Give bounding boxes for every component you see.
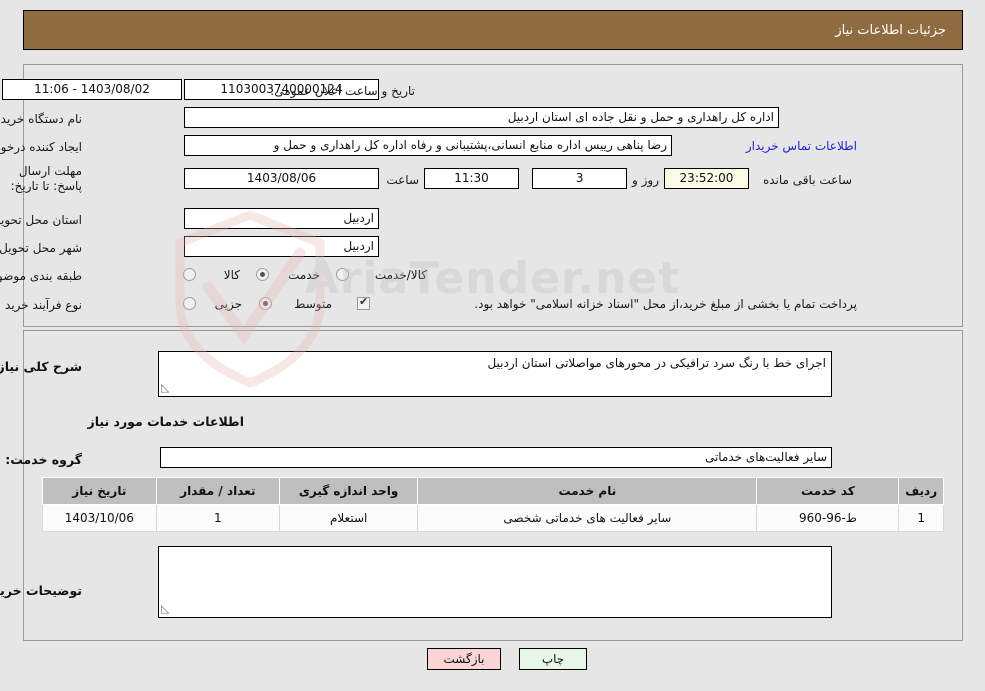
buyer-org-label: نام دستگاه خریدار: bbox=[0, 112, 82, 126]
deadline-date-field[interactable]: 1403/08/06 bbox=[184, 168, 379, 189]
radio-label-purchase-1: متوسط bbox=[294, 297, 332, 311]
deadline-hour-field[interactable]: 11:30 bbox=[424, 168, 519, 189]
services-table: ردیف کد خدمت نام خدمت واحد اندازه گیری ت… bbox=[42, 477, 944, 532]
radio-label-category-0: کالا bbox=[223, 268, 240, 282]
announce-datetime-field[interactable]: 1403/08/02 - 11:06 bbox=[2, 79, 182, 100]
treasury-bond-checkbox[interactable] bbox=[357, 295, 370, 310]
cell-quantity: 1 bbox=[155, 504, 281, 532]
buyer-notes-label: توضیحات خریدار: bbox=[0, 583, 82, 598]
service-group-label: گروه خدمت: bbox=[5, 452, 82, 467]
radio-label-category-1: خدمت bbox=[288, 268, 320, 282]
remaining-days-label: روز و bbox=[632, 173, 659, 187]
radio-category-kala-khedmat[interactable] bbox=[336, 268, 349, 281]
cell-service-name: سایر فعالیت های خدماتی شخصی bbox=[417, 504, 758, 532]
buyer-notes-textarea[interactable]: ◿ bbox=[158, 546, 832, 618]
treasury-bond-note: پرداخت تمام یا بخشی از مبلغ خرید،از محل … bbox=[474, 297, 857, 311]
th-unit: واحد اندازه گیری bbox=[279, 477, 419, 505]
purchase-type-label: نوع فرآیند خرید : bbox=[0, 298, 82, 312]
table-row: 1 ط-96-960 سایر فعالیت های خدماتی شخصی ا… bbox=[42, 504, 944, 532]
th-need-date: تاریخ نیاز bbox=[42, 477, 157, 505]
th-service-name: نام خدمت bbox=[417, 477, 758, 505]
back-button[interactable]: بازگشت bbox=[427, 648, 501, 670]
radio-category-khedmat[interactable] bbox=[256, 268, 269, 281]
radio-category-kala[interactable] bbox=[183, 268, 196, 281]
delivery-province-field[interactable]: اردبیل bbox=[184, 208, 379, 229]
creator-field[interactable]: رضا پناهی رییس اداره منابع انسانی،پشتیبا… bbox=[184, 135, 672, 156]
cell-need-date: 1403/10/06 bbox=[42, 504, 157, 532]
page-root: جزئیات اطلاعات نیاز شماره نیاز: 11030037… bbox=[0, 0, 985, 691]
radio-purchase-motevaset[interactable] bbox=[259, 297, 272, 310]
table-header-row: ردیف کد خدمت نام خدمت واحد اندازه گیری ت… bbox=[42, 477, 944, 505]
buyer-org-field[interactable]: اداره کل راهداری و حمل و نقل جاده ای است… bbox=[184, 107, 779, 128]
resize-grip-icon[interactable]: ◿ bbox=[161, 601, 169, 617]
delivery-province-label: استان محل تحویل: bbox=[0, 213, 82, 227]
cell-row: 1 bbox=[898, 504, 944, 532]
radio-label-category-2: کالا/خدمت bbox=[374, 268, 427, 282]
delivery-city-field[interactable]: اردبیل bbox=[184, 236, 379, 257]
general-desc-textarea[interactable]: اجرای خط با رنگ سرد ترافیکی در محورهای م… bbox=[158, 351, 832, 397]
radio-purchase-jozii[interactable] bbox=[183, 297, 196, 310]
th-service-code: کد خدمت bbox=[756, 477, 900, 505]
remaining-time-label: ساعت باقی مانده bbox=[762, 173, 852, 187]
radio-label-purchase-0: جزیی bbox=[214, 297, 242, 311]
deadline-hour-label: ساعت bbox=[386, 173, 419, 187]
need-summary-panel: شماره نیاز: 1103003740000124 تاریخ و ساع… bbox=[0, 64, 963, 327]
page-header: جزئیات اطلاعات نیاز bbox=[23, 10, 963, 50]
category-label: طبقه بندی موضوعی: bbox=[0, 269, 82, 283]
cell-service-code: ط-96-960 bbox=[756, 504, 900, 532]
service-group-field[interactable]: سایر فعالیت‌های خدماتی bbox=[160, 447, 832, 468]
remaining-days-field[interactable]: 3 bbox=[532, 168, 627, 189]
print-button[interactable]: چاپ bbox=[519, 648, 587, 670]
page-title: جزئیات اطلاعات نیاز bbox=[835, 22, 946, 38]
remaining-time-field[interactable]: 23:52:00 bbox=[664, 168, 749, 189]
general-desc-value: اجرای خط با رنگ سرد ترافیکی در محورهای م… bbox=[487, 356, 826, 370]
buyer-contact-link[interactable]: اطلاعات تماس خریدار bbox=[746, 139, 857, 153]
deadline-label: مهلت ارسال پاسخ: تا تاریخ: bbox=[10, 164, 82, 193]
announce-datetime-label: تاریخ و ساعت اعلان عمومی: bbox=[270, 84, 415, 98]
resize-grip-icon[interactable]: ◿ bbox=[161, 380, 169, 396]
th-quantity: تعداد / مقدار bbox=[155, 477, 281, 505]
cell-unit: استعلام bbox=[279, 504, 419, 532]
services-info-title: اطلاعات خدمات مورد نیاز bbox=[87, 414, 245, 429]
general-desc-label: شرح کلی نیاز: bbox=[0, 359, 82, 374]
th-row: ردیف bbox=[898, 477, 944, 505]
creator-label: ایجاد کننده درخواست: bbox=[0, 140, 82, 154]
delivery-city-label: شهر محل تحویل: bbox=[0, 241, 82, 255]
